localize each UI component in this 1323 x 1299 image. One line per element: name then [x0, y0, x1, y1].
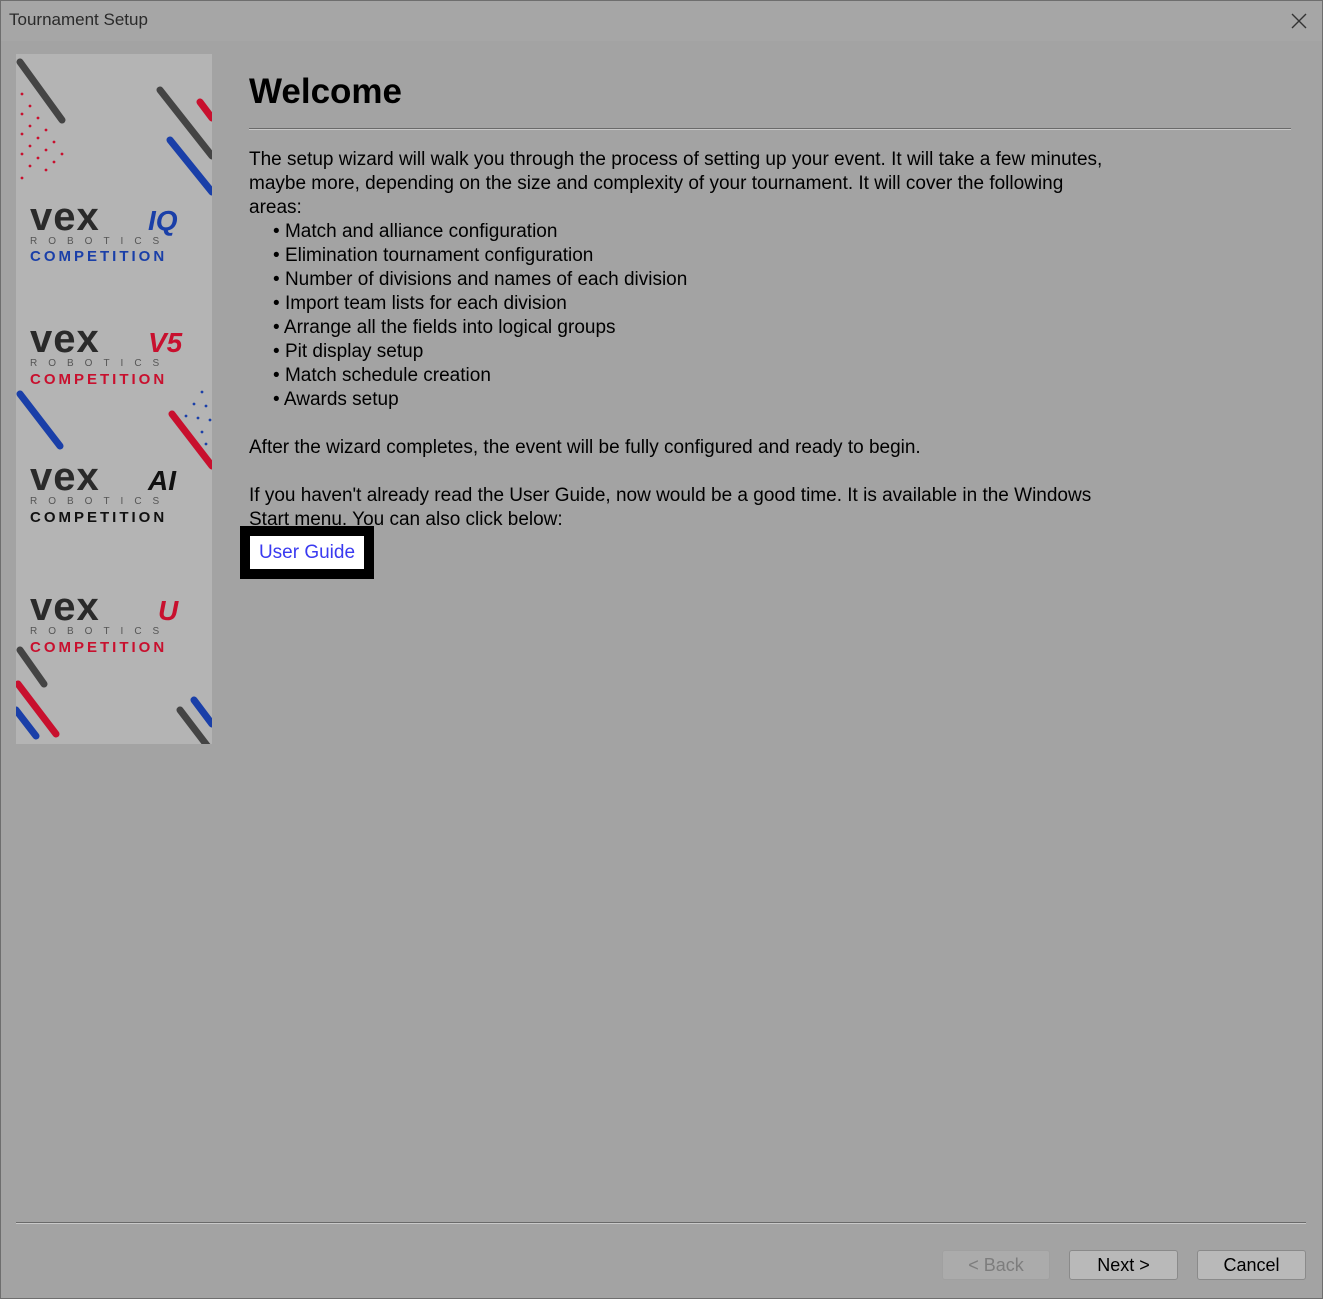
- program-logo-panel: vex IQ ROBOTICS COMPETITION vex V5 ROBOT…: [16, 54, 212, 744]
- svg-text:ROBOTICS: ROBOTICS: [30, 358, 170, 369]
- list-item: Arrange all the fields into logical grou…: [273, 316, 1149, 340]
- svg-text:U: U: [158, 595, 179, 626]
- stripe-decoration-bottom: [16, 646, 212, 744]
- svg-text:COMPETITION: COMPETITION: [30, 509, 167, 526]
- vex-ai-logo: vex AI ROBOTICS COMPETITION: [30, 455, 177, 526]
- cancel-button[interactable]: Cancel: [1197, 1250, 1306, 1280]
- user-guide-link[interactable]: User Guide: [250, 536, 364, 569]
- guide-line-1: If you haven't already read the User Gui…: [249, 485, 1092, 506]
- list-item: Number of divisions and names of each di…: [273, 268, 1149, 292]
- svg-text:AI: AI: [147, 465, 177, 496]
- svg-text:V5: V5: [148, 327, 183, 358]
- list-item: Match schedule creation: [273, 364, 1149, 388]
- stripe-decoration-top: [16, 58, 212, 196]
- welcome-content: Welcome: [249, 60, 1294, 122]
- close-button[interactable]: [1276, 1, 1322, 41]
- heading-divider: [249, 128, 1291, 130]
- svg-text:ROBOTICS: ROBOTICS: [30, 626, 170, 637]
- list-item: Awards setup: [273, 388, 1149, 412]
- list-item: Import team lists for each division: [273, 292, 1149, 316]
- coverage-list: Match and alliance configuration Elimina…: [249, 220, 1149, 412]
- svg-text:ROBOTICS: ROBOTICS: [30, 496, 170, 507]
- svg-text:COMPETITION: COMPETITION: [30, 371, 167, 388]
- svg-text:vex: vex: [30, 585, 100, 629]
- svg-text:vex: vex: [30, 455, 100, 499]
- close-icon: [1291, 13, 1307, 29]
- next-button[interactable]: Next >: [1069, 1250, 1178, 1280]
- vex-logos-graphic: vex IQ ROBOTICS COMPETITION vex V5 ROBOT…: [16, 58, 212, 744]
- list-item: Pit display setup: [273, 340, 1149, 364]
- svg-text:COMPETITION: COMPETITION: [30, 639, 167, 656]
- list-item: Elimination tournament configuration: [273, 244, 1149, 268]
- intro-line-3: areas:: [249, 197, 302, 218]
- svg-text:vex: vex: [30, 317, 100, 361]
- vex-u-logo: vex U ROBOTICS COMPETITION: [30, 585, 179, 656]
- svg-text:ROBOTICS: ROBOTICS: [30, 236, 170, 247]
- svg-text:vex: vex: [30, 195, 100, 239]
- page-title: Welcome: [249, 72, 403, 111]
- intro-line-2: maybe more, depending on the size and co…: [249, 173, 1064, 194]
- window-title: Tournament Setup: [9, 10, 148, 29]
- vex-v5-logo: vex V5 ROBOTICS COMPETITION: [30, 317, 183, 388]
- svg-text:COMPETITION: COMPETITION: [30, 248, 167, 265]
- footer-divider: [16, 1222, 1306, 1224]
- intro-line-1: The setup wizard will walk you through t…: [249, 149, 1103, 170]
- description-text: The setup wizard will walk you through t…: [249, 148, 1149, 532]
- vex-iq-logo: vex IQ ROBOTICS COMPETITION: [30, 195, 178, 265]
- back-button[interactable]: < Back: [942, 1250, 1050, 1280]
- title-bar: Tournament Setup: [1, 1, 1322, 41]
- svg-text:IQ: IQ: [148, 205, 178, 236]
- after-text: After the wizard completes, the event wi…: [249, 437, 921, 458]
- guide-line-2: Start menu. You can also click below:: [249, 509, 563, 530]
- list-item: Match and alliance configuration: [273, 220, 1149, 244]
